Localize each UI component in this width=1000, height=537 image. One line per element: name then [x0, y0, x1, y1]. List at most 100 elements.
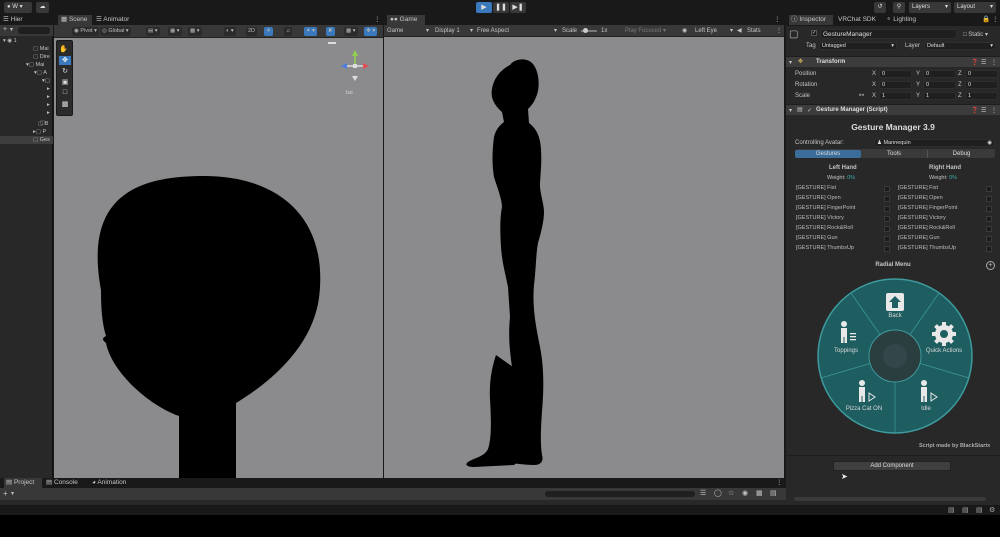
scale-slider-handle[interactable] [583, 28, 588, 33]
gesture-checkbox[interactable] [884, 236, 890, 242]
tab-console[interactable]: ▤ Console [46, 478, 78, 488]
more-icon[interactable]: ⋮ [991, 59, 997, 66]
rotation-x-field[interactable]: 0 [879, 81, 912, 89]
list-item[interactable]: ▢ Dire [0, 53, 53, 61]
filter-icon[interactable]: ☰ [700, 489, 706, 497]
list-item[interactable]: ▾▢ A [0, 69, 53, 77]
audio-icon[interactable]: ♫ [284, 27, 293, 36]
scale-tool-icon[interactable]: ▣ [59, 78, 71, 87]
global-dropdown[interactable]: ◎ Global ▾ [100, 27, 131, 36]
rotation-z-field[interactable]: 0 [965, 81, 998, 89]
static-checkbox[interactable]: □ Static ▾ [963, 31, 988, 38]
stats-label[interactable]: Stats [747, 26, 761, 36]
position-z-field[interactable]: 0 [965, 70, 998, 78]
mute-icon[interactable]: ◀ [737, 26, 742, 36]
camera-icon[interactable]: ▩ ▾ [344, 27, 358, 36]
scale-x-field[interactable]: 1 [879, 92, 912, 100]
tab-lighting[interactable]: ⚬ Lighting [886, 15, 916, 25]
active-checkbox[interactable]: ✓ [811, 30, 817, 36]
radial-item-pizza-cat[interactable]: Pizza Cat ON [838, 406, 890, 412]
eye-dropdown[interactable]: Left Eye ▾ [695, 26, 733, 36]
build-icon[interactable]: ▤ [948, 506, 955, 514]
scale-y-field[interactable]: 1 [923, 92, 956, 100]
list-item[interactable]: ▸ [0, 85, 53, 93]
drag-handle[interactable] [328, 42, 336, 44]
shading-icon[interactable]: ◐ ▾ [224, 27, 236, 36]
target-icon[interactable]: ◉ [987, 140, 992, 146]
orientation-gizmo[interactable] [337, 48, 373, 88]
radial-item-idle[interactable]: Idle [910, 406, 942, 412]
move-tool-icon[interactable]: ✥ [59, 56, 71, 65]
list-item[interactable]: ▢ Mai [0, 45, 53, 53]
mode-2d-toggle[interactable]: 2D [246, 27, 258, 36]
label-icon[interactable]: ◯ [714, 489, 722, 497]
tab-animator[interactable]: ☰ Animator [96, 15, 129, 25]
add-icon[interactable]: + [3, 489, 8, 498]
debug-icon[interactable]: ▤ [976, 506, 983, 514]
gesture-checkbox[interactable] [884, 196, 890, 202]
cloud-icon[interactable]: ☁ [36, 2, 49, 13]
radial-item-back[interactable]: Back [875, 313, 915, 319]
gesture-checkbox[interactable] [884, 216, 890, 222]
tab-scene[interactable]: ▦ Scene [58, 15, 92, 25]
object-name-field[interactable]: GestureManager [820, 29, 957, 39]
pivot-dropdown[interactable]: ◉ Pivot ▾ [72, 27, 99, 36]
list-item[interactable]: ▢ B [0, 120, 53, 128]
gesture-checkbox[interactable] [884, 246, 890, 252]
transform-tool-icon[interactable]: ▩ [59, 100, 71, 109]
gesture-checkbox[interactable] [986, 236, 992, 242]
tab-project[interactable]: ▤ Project [4, 478, 42, 488]
increment-icon[interactable]: ▩ ▾ [188, 27, 202, 36]
preset-icon[interactable]: ☰ [981, 107, 986, 114]
help-icon[interactable]: ❓ [971, 107, 978, 114]
gizmos-icon[interactable]: ⋮ [776, 26, 782, 36]
projection-label[interactable]: Iso [346, 90, 353, 96]
search-icon[interactable]: ⚲ [893, 2, 905, 13]
list-item[interactable]: ▸ [0, 101, 53, 109]
vr-icon[interactable]: ◉ [682, 26, 687, 36]
hidden-objects-icon[interactable]: ✘ [326, 27, 335, 36]
gesture-checkbox[interactable] [986, 196, 992, 202]
star-icon[interactable]: ☆ [728, 489, 734, 497]
list-item[interactable]: ▸ [0, 93, 53, 101]
list-item[interactable]: ▸▢ P [0, 128, 53, 136]
account-button[interactable]: ● W ▾ [4, 2, 32, 13]
settings-icon[interactable]: ⚙ [989, 506, 995, 514]
radial-item-toppings[interactable]: Toppings [826, 348, 866, 354]
more-icon[interactable]: ⋮ [374, 15, 381, 25]
add-icon[interactable]: + [3, 26, 7, 33]
gesture-checkbox[interactable] [986, 226, 992, 232]
game-mode-dropdown[interactable]: Game ▾ [387, 26, 429, 36]
preset-icon[interactable]: ☰ [981, 59, 986, 66]
scene-viewport[interactable]: ✋ ✥ ↻ ▣ □ ▩ Iso [54, 38, 383, 478]
play-focused-dropdown[interactable]: Play Focused ▾ [625, 26, 666, 36]
rect-tool-icon[interactable]: □ [59, 89, 71, 98]
display-dropdown[interactable]: Display 1 ▾ [435, 26, 473, 36]
history-icon[interactable]: ↺ [874, 2, 886, 13]
grid-snap-icon[interactable]: ▦ ▾ [168, 27, 182, 36]
gesture-checkbox[interactable] [884, 206, 890, 212]
list-item[interactable]: ▸ [0, 109, 53, 117]
pause-button[interactable]: ❚❚ [493, 2, 509, 13]
rotation-y-field[interactable]: 0 [923, 81, 956, 89]
tag-dropdown[interactable]: Untagged ▾ [819, 42, 897, 50]
eye-icon[interactable]: ◉ [742, 489, 748, 497]
transform-header[interactable]: ▾ ✥ Transform ❓ ☰ ⋮ [786, 56, 1000, 67]
gesture-checkbox[interactable] [986, 246, 992, 252]
tab-tools[interactable]: Tools [861, 150, 927, 158]
gesture-checkbox[interactable] [884, 186, 890, 192]
tab-inspector[interactable]: ⓘ Inspector [789, 15, 833, 25]
gizmos-icon[interactable]: ❖ ▾ [364, 27, 378, 36]
search-input[interactable] [18, 27, 50, 34]
aspect-dropdown[interactable]: Free Aspect ▾ [477, 26, 557, 36]
hierarchy-icon[interactable]: ▦ [756, 489, 763, 497]
add-component-button[interactable]: Add Component [833, 461, 951, 471]
tab-hierarchy[interactable]: ☰ Hier [3, 15, 23, 25]
more-icon[interactable]: ⋮ [992, 15, 999, 25]
gesture-checkbox[interactable] [884, 226, 890, 232]
layers-dropdown[interactable]: Layers ▾ [909, 2, 951, 13]
tab-vrchat-sdk[interactable]: VRChat SDK [838, 15, 876, 25]
scene-root-row[interactable]: ▾ ◉ 1 [0, 37, 53, 45]
enabled-checkbox[interactable]: ✓ [807, 107, 812, 114]
more-icon[interactable]: ⋮ [776, 478, 783, 488]
